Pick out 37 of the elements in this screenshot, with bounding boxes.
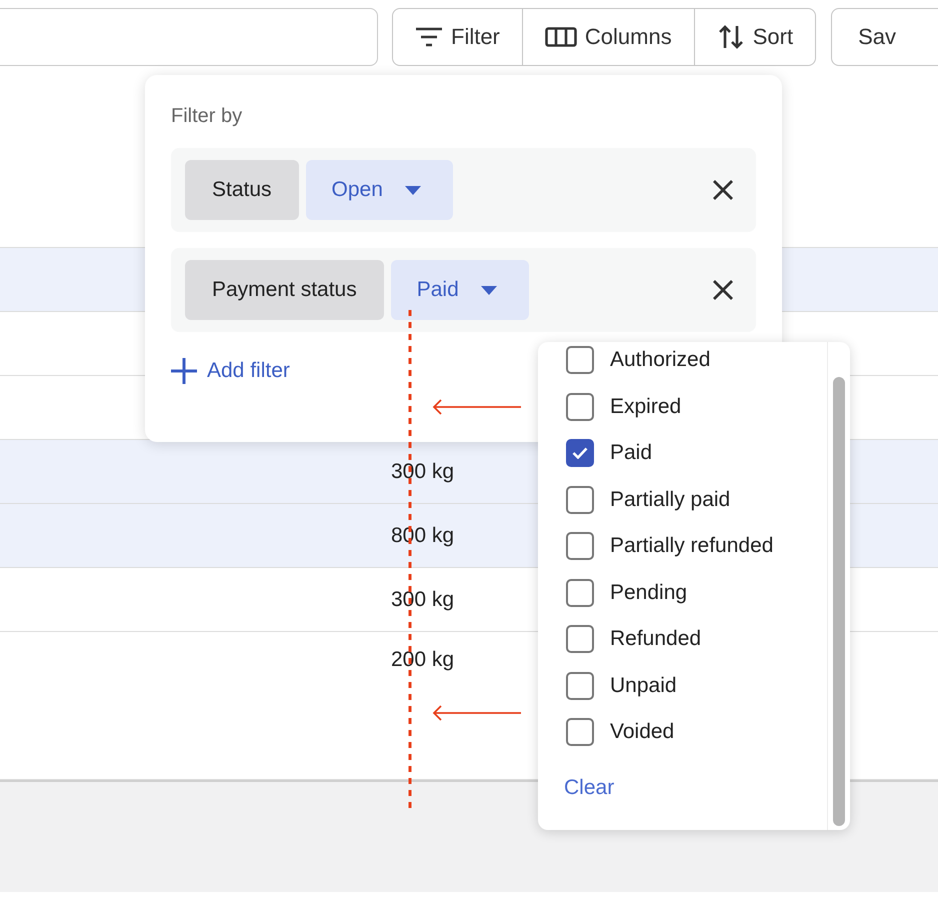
caret-icon [404, 186, 421, 194]
scrollbar-thumb[interactable] [833, 377, 845, 826]
filter-icon [415, 26, 443, 48]
add-filter-link[interactable]: Add filter [171, 358, 290, 384]
checkbox[interactable] [566, 718, 594, 746]
check-icon [572, 447, 588, 460]
filter-value-dropdown[interactable]: Open [306, 160, 453, 220]
checkbox[interactable] [566, 625, 594, 654]
popover-title: Filter by [171, 105, 244, 128]
plus-icon [171, 358, 197, 384]
checkbox[interactable] [566, 346, 594, 374]
weight-cell: 300 kg [391, 588, 454, 612]
filter-field: Status [185, 160, 299, 220]
save-button[interactable]: Sav [831, 8, 938, 66]
option-item[interactable]: Partially refunded [566, 523, 827, 570]
checkbox[interactable] [566, 578, 594, 607]
search-field[interactable] [0, 8, 378, 66]
option-item[interactable]: Pending [566, 570, 827, 616]
checkbox[interactable] [566, 672, 594, 700]
caret-icon [480, 286, 497, 294]
weight-cell: 200 kg [391, 648, 454, 672]
columns-icon [544, 27, 577, 47]
filter-value-dropdown[interactable]: Paid [390, 260, 529, 320]
option-item[interactable]: Expired [566, 384, 827, 430]
option-item[interactable]: Unpaid [566, 662, 827, 709]
checkbox[interactable] [566, 532, 594, 560]
option-item[interactable]: Authorized [566, 342, 827, 384]
option-item[interactable]: Voided [566, 709, 827, 756]
checkbox[interactable] [566, 439, 594, 468]
checkbox[interactable] [566, 486, 594, 514]
sort-icon [716, 24, 745, 50]
toolbar-button[interactable]: Filter [393, 9, 523, 65]
checkbox[interactable] [566, 392, 594, 421]
close-icon[interactable] [712, 279, 734, 301]
close-icon[interactable] [712, 179, 734, 201]
filter-field: Payment status [185, 260, 384, 320]
weight-cell: 300 kg [391, 460, 454, 484]
